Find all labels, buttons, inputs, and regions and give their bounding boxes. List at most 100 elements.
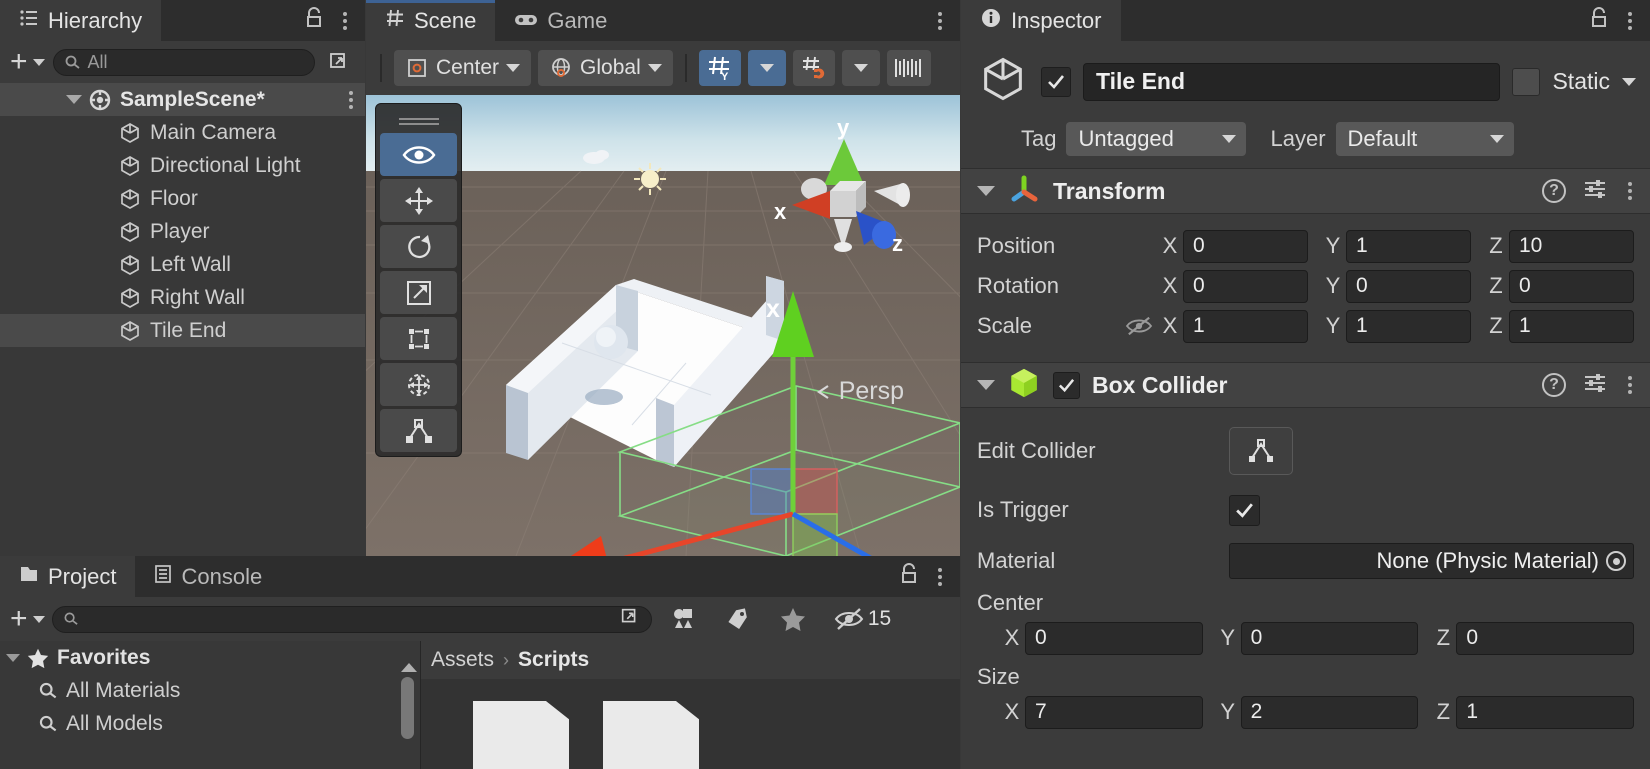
position-x-input[interactable]: 0 xyxy=(1183,229,1308,263)
project-menu-icon[interactable] xyxy=(934,564,946,590)
hierarchy-item-main-camera[interactable]: Main Camera xyxy=(0,116,365,149)
edit-collider-button[interactable] xyxy=(1229,427,1293,475)
tab-game[interactable]: Game xyxy=(495,0,626,41)
overlay-drag-handle[interactable] xyxy=(380,108,457,130)
hierarchy-item-floor[interactable]: Floor xyxy=(0,182,365,215)
hierarchy-item-tile-end[interactable]: Tile End xyxy=(0,314,365,347)
help-icon[interactable]: ? xyxy=(1542,179,1566,203)
center-y-input[interactable]: 0 xyxy=(1240,621,1419,655)
asset-item-script[interactable] xyxy=(603,701,699,769)
tag-dropdown[interactable]: Untagged xyxy=(1066,122,1247,156)
project-favorites-group[interactable]: Favorites xyxy=(0,641,420,674)
tab-console[interactable]: Console xyxy=(135,556,281,597)
gameobject-name-field[interactable]: Tile End xyxy=(1083,62,1501,101)
size-y-input[interactable]: 2 xyxy=(1240,695,1419,729)
axis-x-label: X xyxy=(1004,625,1020,650)
hierarchy-item-player[interactable]: Player xyxy=(0,215,365,248)
size-x-input[interactable]: 7 xyxy=(1025,695,1203,729)
filter-by-type-button[interactable] xyxy=(658,599,707,639)
scene-ruler-button[interactable] xyxy=(886,50,931,86)
gameobject-icon[interactable] xyxy=(977,53,1029,110)
tab-hierarchy[interactable]: Hierarchy xyxy=(0,0,162,41)
layer-dropdown[interactable]: Default xyxy=(1335,122,1514,156)
transform-component-header[interactable]: Transform ? xyxy=(961,168,1650,214)
hierarchy-item-right-wall[interactable]: Right Wall xyxy=(0,281,365,314)
snap-toggle-button[interactable] xyxy=(792,50,835,86)
create-object-button[interactable]: + xyxy=(10,47,45,77)
rotation-x-input[interactable]: 0 xyxy=(1183,269,1308,303)
box-collider-component-header[interactable]: Box Collider ? xyxy=(961,362,1650,408)
rotation-z-input[interactable]: 0 xyxy=(1509,269,1634,303)
hierarchy-item-left-wall[interactable]: Left Wall xyxy=(0,248,365,281)
tab-project[interactable]: Project xyxy=(0,556,136,597)
scale-x-input[interactable]: 1 xyxy=(1183,309,1308,343)
filter-favorites-button[interactable] xyxy=(768,599,817,639)
scroll-up-arrow-icon[interactable] xyxy=(401,663,417,672)
gameobject-enabled-checkbox[interactable] xyxy=(1041,66,1071,97)
handle-space-dropdown[interactable]: Global xyxy=(538,50,673,86)
filter-by-label-button[interactable] xyxy=(713,599,762,639)
constrain-proportions-icon[interactable] xyxy=(1125,314,1157,338)
create-asset-button[interactable]: + xyxy=(10,604,45,634)
project-search-expand-button[interactable] xyxy=(619,606,641,633)
lock-icon[interactable] xyxy=(898,562,920,591)
snap-settings-dropdown[interactable] xyxy=(841,50,880,86)
hierarchy-item-directional-light[interactable]: Directional Light xyxy=(0,149,365,182)
pivot-mode-dropdown[interactable]: Center xyxy=(394,50,532,86)
view-tool-button[interactable] xyxy=(380,133,457,176)
transform-menu-icon[interactable] xyxy=(1624,178,1636,204)
center-x-input[interactable]: 0 xyxy=(1025,621,1203,655)
breadcrumb-root[interactable]: Assets xyxy=(431,648,494,672)
expand-triangle-icon[interactable] xyxy=(66,95,82,104)
scene-projection-mode[interactable]: Persp xyxy=(814,377,904,406)
is-trigger-checkbox[interactable] xyxy=(1229,494,1260,526)
scene-menu-icon[interactable] xyxy=(345,87,357,113)
expand-triangle-icon[interactable] xyxy=(6,653,20,662)
size-z-input[interactable]: 1 xyxy=(1456,695,1635,729)
project-favorite-all-models[interactable]: All Models xyxy=(0,707,420,740)
asset-item-script[interactable] xyxy=(473,701,569,769)
center-z-input[interactable]: 0 xyxy=(1456,621,1635,655)
expand-triangle-icon[interactable] xyxy=(977,186,995,196)
preset-icon[interactable] xyxy=(1582,176,1608,207)
transform-tool-button[interactable] xyxy=(380,363,457,406)
hierarchy-menu-icon[interactable] xyxy=(339,8,351,34)
object-picker-icon[interactable] xyxy=(1606,551,1626,571)
static-dropdown-icon[interactable] xyxy=(1622,77,1636,86)
hierarchy-scene-root[interactable]: SampleScene* xyxy=(0,83,365,116)
hierarchy-search-expand-button[interactable] xyxy=(323,47,355,77)
tab-scene[interactable]: Scene xyxy=(366,0,496,41)
rotate-tool-button[interactable] xyxy=(380,225,457,268)
inspector-menu-icon[interactable] xyxy=(1624,8,1636,34)
rect-tool-button[interactable] xyxy=(380,317,457,360)
hierarchy-search-input[interactable]: All xyxy=(52,48,315,76)
scale-z-input[interactable]: 1 xyxy=(1509,309,1634,343)
scale-tool-button[interactable] xyxy=(380,271,457,314)
scrollbar-thumb[interactable] xyxy=(401,677,414,739)
project-search-input[interactable] xyxy=(51,605,652,633)
help-icon[interactable]: ? xyxy=(1542,373,1566,397)
scale-y-input[interactable]: 1 xyxy=(1346,309,1471,343)
rotation-y-input[interactable]: 0 xyxy=(1346,269,1471,303)
position-z-input[interactable]: 10 xyxy=(1509,229,1634,263)
scene-menu-icon[interactable] xyxy=(934,8,946,34)
position-y-input[interactable]: 1 xyxy=(1346,229,1471,263)
project-favorite-all-materials[interactable]: All Materials xyxy=(0,674,420,707)
hidden-packages-button[interactable]: 15 xyxy=(823,599,902,639)
material-object-field[interactable]: None (Physic Material) xyxy=(1229,543,1634,579)
lock-icon[interactable] xyxy=(1588,6,1610,35)
custom-editor-tool-button[interactable] xyxy=(380,409,457,452)
scene-viewport[interactable]: x y x z Persp xyxy=(366,95,960,556)
tab-inspector[interactable]: Inspector xyxy=(961,0,1121,41)
lock-icon[interactable] xyxy=(303,6,325,35)
grid-axis-button[interactable]: Y xyxy=(698,50,741,86)
box-collider-menu-icon[interactable] xyxy=(1624,372,1636,398)
box-collider-enabled-checkbox[interactable] xyxy=(1053,371,1080,399)
expand-triangle-icon[interactable] xyxy=(977,380,995,390)
preset-icon[interactable] xyxy=(1582,370,1608,401)
breadcrumb-current[interactable]: Scripts xyxy=(518,648,589,672)
project-tree-scrollbar[interactable] xyxy=(401,663,417,759)
move-tool-button[interactable] xyxy=(380,179,457,222)
grid-axis-dropdown[interactable] xyxy=(747,50,786,86)
static-checkbox[interactable] xyxy=(1512,67,1541,96)
